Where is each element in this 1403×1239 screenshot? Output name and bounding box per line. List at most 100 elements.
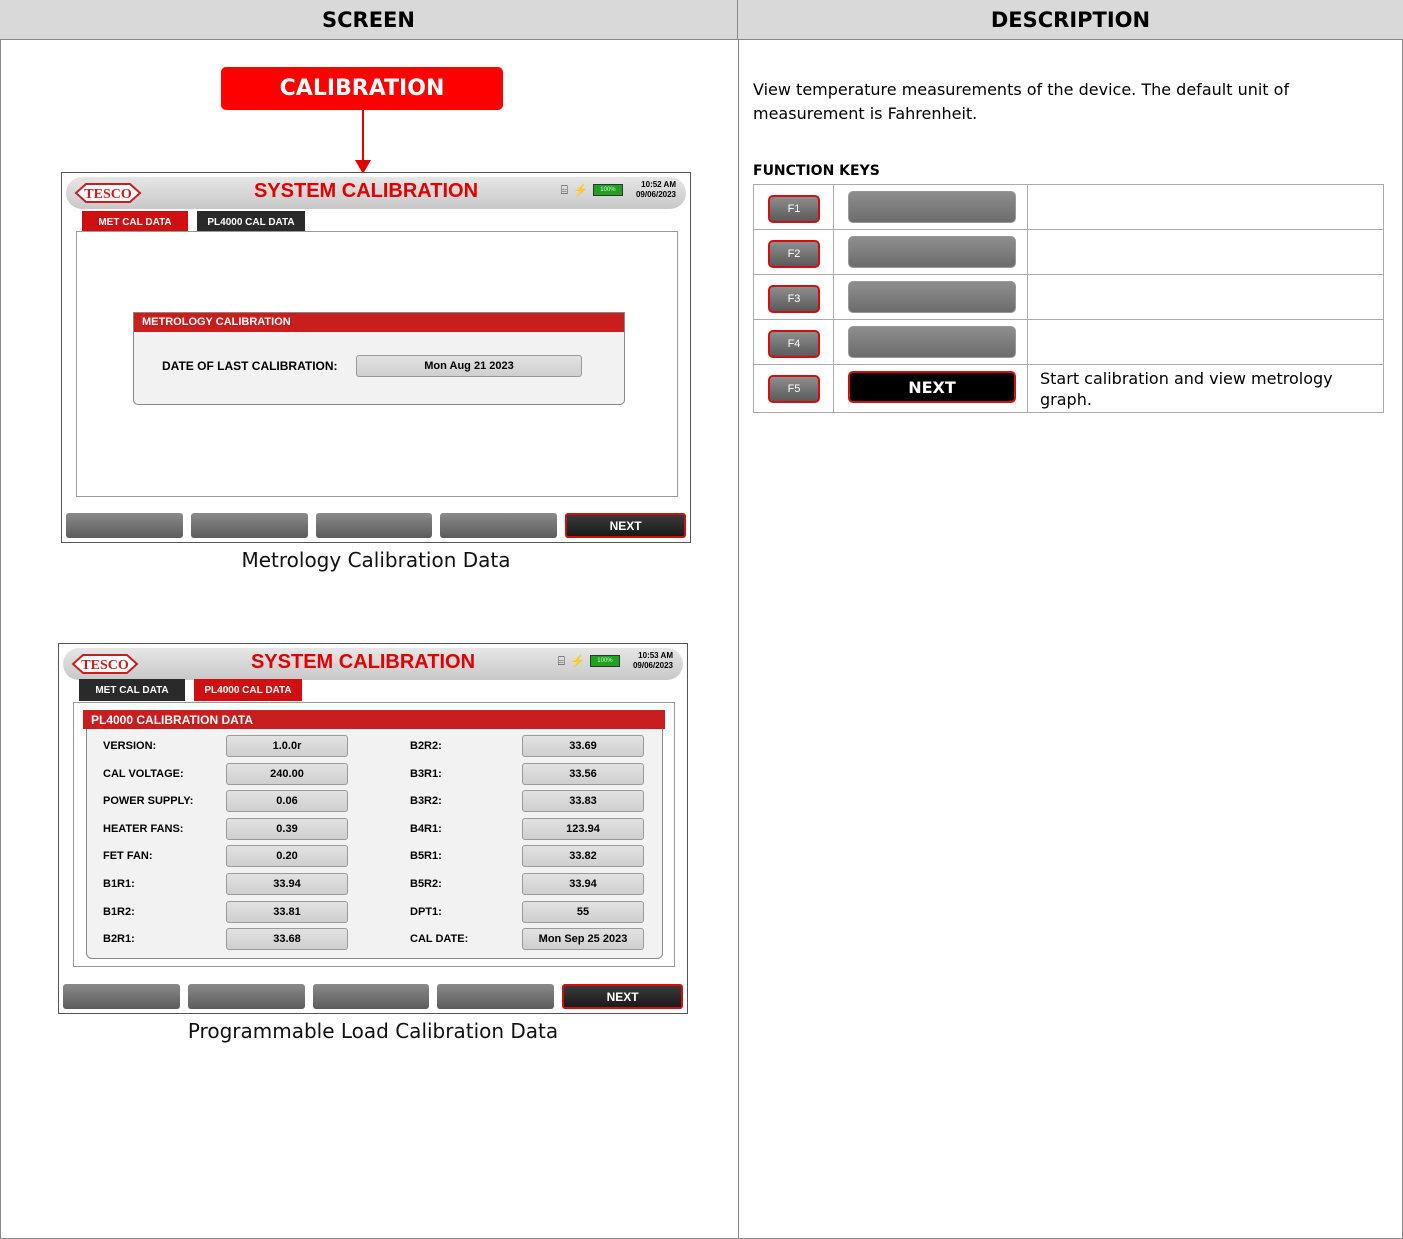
plug-icon: ⚡	[570, 654, 585, 668]
screen-title: SYSTEM CALIBRATION	[250, 651, 476, 673]
pl4000-right-label: B3R2:	[410, 795, 442, 807]
f1-key: F1	[768, 195, 820, 223]
pl4000-left-label: B1R1:	[103, 878, 135, 890]
pl4000-left-label: FET FAN:	[103, 850, 153, 862]
panel-title: PL4000 CALIBRATION DATA	[83, 710, 665, 729]
pl4000-right-label: B4R1:	[410, 823, 442, 835]
panel-title: METROLOGY CALIBRATION	[134, 313, 624, 332]
function-key-row: F4	[754, 320, 1383, 365]
battery-icon: 100%	[592, 184, 623, 196]
pl4000-right-label: B2R2:	[410, 740, 442, 752]
status-area: ⌸ ⚡ 100% 10:53 AM 09/06/2023	[558, 651, 673, 671]
pl4000-right-label: B5R2:	[410, 878, 442, 890]
screen-column-header: SCREEN	[0, 0, 738, 40]
pl4000-left-label: B1R2:	[103, 906, 135, 918]
f5-softkey-next: NEXT	[848, 371, 1016, 403]
f1-description	[1028, 185, 1383, 229]
last-calibration-row: DATE OF LAST CALIBRATION: Mon Aug 21 202…	[162, 355, 582, 377]
clock: 10:53 AM 09/06/2023	[633, 651, 673, 671]
title-bar: TESCO SYSTEM CALIBRATION ⌸ ⚡ 100% 10:53 …	[63, 648, 683, 680]
function-key-row: F3	[754, 275, 1383, 320]
function-keys-title: FUNCTION KEYS	[753, 163, 880, 179]
description-text: View temperature measurements of the dev…	[753, 80, 1290, 123]
f2-button[interactable]	[187, 984, 305, 1009]
clock-date: 09/06/2023	[632, 661, 673, 670]
pl4000-right-value: 123.94	[522, 818, 644, 840]
tesco-logo: TESCO	[74, 183, 142, 203]
pl4000-left-label: VERSION:	[103, 740, 157, 752]
pl4000-left-value: 240.00	[226, 763, 348, 785]
pl4000-right-label: DPT1:	[410, 906, 442, 918]
pl4000-calibration-screen: TESCO SYSTEM CALIBRATION ⌸ ⚡ 100% 10:53 …	[58, 643, 688, 1014]
pl4000-right-value: Mon Sep 25 2023	[522, 928, 644, 950]
pl4000-left-value: 33.94	[226, 873, 348, 895]
pl4000-right-value: 55	[522, 901, 644, 923]
clock-time: 10:52 AM	[641, 180, 676, 189]
pl4000-left-value: 0.39	[226, 818, 348, 840]
tab-met-cal-data[interactable]: MET CAL DATA	[79, 679, 185, 701]
svg-text:TESCO: TESCO	[81, 658, 129, 673]
pl4000-left-label: CAL VOLTAGE:	[103, 768, 184, 780]
last-calibration-label: DATE OF LAST CALIBRATION:	[162, 359, 338, 373]
metrology-calibration-panel: METROLOGY CALIBRATION DATE OF LAST CALIB…	[133, 312, 625, 405]
screen1-caption: Metrology Calibration Data	[241, 548, 511, 572]
pl4000-right-label: B5R1:	[410, 850, 442, 862]
battery-icon: 100%	[589, 655, 620, 667]
f3-button[interactable]	[312, 984, 430, 1009]
usb-icon: ⌸	[557, 653, 565, 668]
f4-description	[1028, 320, 1383, 364]
metrology-calibration-screen: TESCO SYSTEM CALIBRATION ⌸ ⚡ 100% 10:52 …	[61, 172, 691, 543]
screen2-caption: Programmable Load Calibration Data	[187, 1019, 559, 1043]
f4-softkey	[848, 326, 1016, 358]
tab-met-cal-data[interactable]: MET CAL DATA	[82, 211, 188, 233]
f4-button[interactable]	[437, 984, 555, 1009]
function-key-bar: NEXT	[63, 984, 683, 1009]
pl4000-left-label: HEATER FANS:	[103, 823, 184, 835]
screen-title: SYSTEM CALIBRATION	[253, 180, 479, 202]
pl4000-right-value: 33.82	[522, 845, 644, 867]
tab-pl4000-cal-data[interactable]: PL4000 CAL DATA	[194, 679, 302, 701]
title-bar: TESCO SYSTEM CALIBRATION ⌸ ⚡ 100% 10:52 …	[66, 177, 686, 209]
pl4000-right-value: 33.94	[522, 873, 644, 895]
tesco-logo: TESCO	[71, 654, 139, 674]
pl4000-right-label: CAL DATE:	[410, 933, 469, 945]
f4-button[interactable]	[440, 513, 558, 538]
description-column-header: DESCRIPTION	[738, 0, 1403, 40]
next-button[interactable]: NEXT	[562, 984, 683, 1009]
f5-description: Start calibration and view metrology gra…	[1040, 369, 1333, 409]
svg-text:TESCO: TESCO	[84, 187, 132, 202]
status-area: ⌸ ⚡ 100% 10:52 AM 09/06/2023	[561, 180, 676, 200]
callout-arrow-line	[362, 110, 364, 164]
pl4000-left-value: 0.20	[226, 845, 348, 867]
f2-key: F2	[768, 240, 820, 268]
f2-softkey	[848, 236, 1016, 268]
tab-pl4000-cal-data[interactable]: PL4000 CAL DATA	[197, 211, 305, 233]
f2-description	[1028, 230, 1383, 274]
f1-button[interactable]	[63, 984, 180, 1009]
f3-softkey	[848, 281, 1016, 313]
f2-button[interactable]	[190, 513, 308, 538]
pl4000-left-value: 33.81	[226, 901, 348, 923]
pl4000-right-value: 33.83	[522, 790, 644, 812]
f1-softkey	[848, 191, 1016, 223]
function-key-bar: NEXT	[66, 513, 686, 538]
f5-key: F5	[768, 375, 820, 403]
calibration-callout: CALIBRATION	[221, 67, 503, 110]
usb-icon: ⌸	[560, 182, 568, 197]
pl4000-left-value: 33.68	[226, 928, 348, 950]
pl4000-left-label: POWER SUPPLY:	[103, 795, 194, 807]
pl4000-right-label: B3R1:	[410, 768, 442, 780]
pl4000-left-label: B2R1:	[103, 933, 135, 945]
f3-key: F3	[768, 285, 820, 313]
pl4000-left-value: 1.0.0r	[226, 735, 348, 757]
clock-time: 10:53 AM	[638, 651, 673, 660]
function-keys-table: F1 F2 F3 F4 F5 NEXT Start calibration an…	[753, 184, 1384, 413]
f3-button[interactable]	[315, 513, 433, 538]
next-button[interactable]: NEXT	[565, 513, 686, 538]
clock-date: 09/06/2023	[635, 190, 676, 199]
function-key-row: F2	[754, 230, 1383, 275]
f3-description	[1028, 275, 1383, 319]
function-key-row: F5 NEXT Start calibration and view metro…	[754, 365, 1383, 412]
clock: 10:52 AM 09/06/2023	[636, 180, 676, 200]
f1-button[interactable]	[66, 513, 183, 538]
